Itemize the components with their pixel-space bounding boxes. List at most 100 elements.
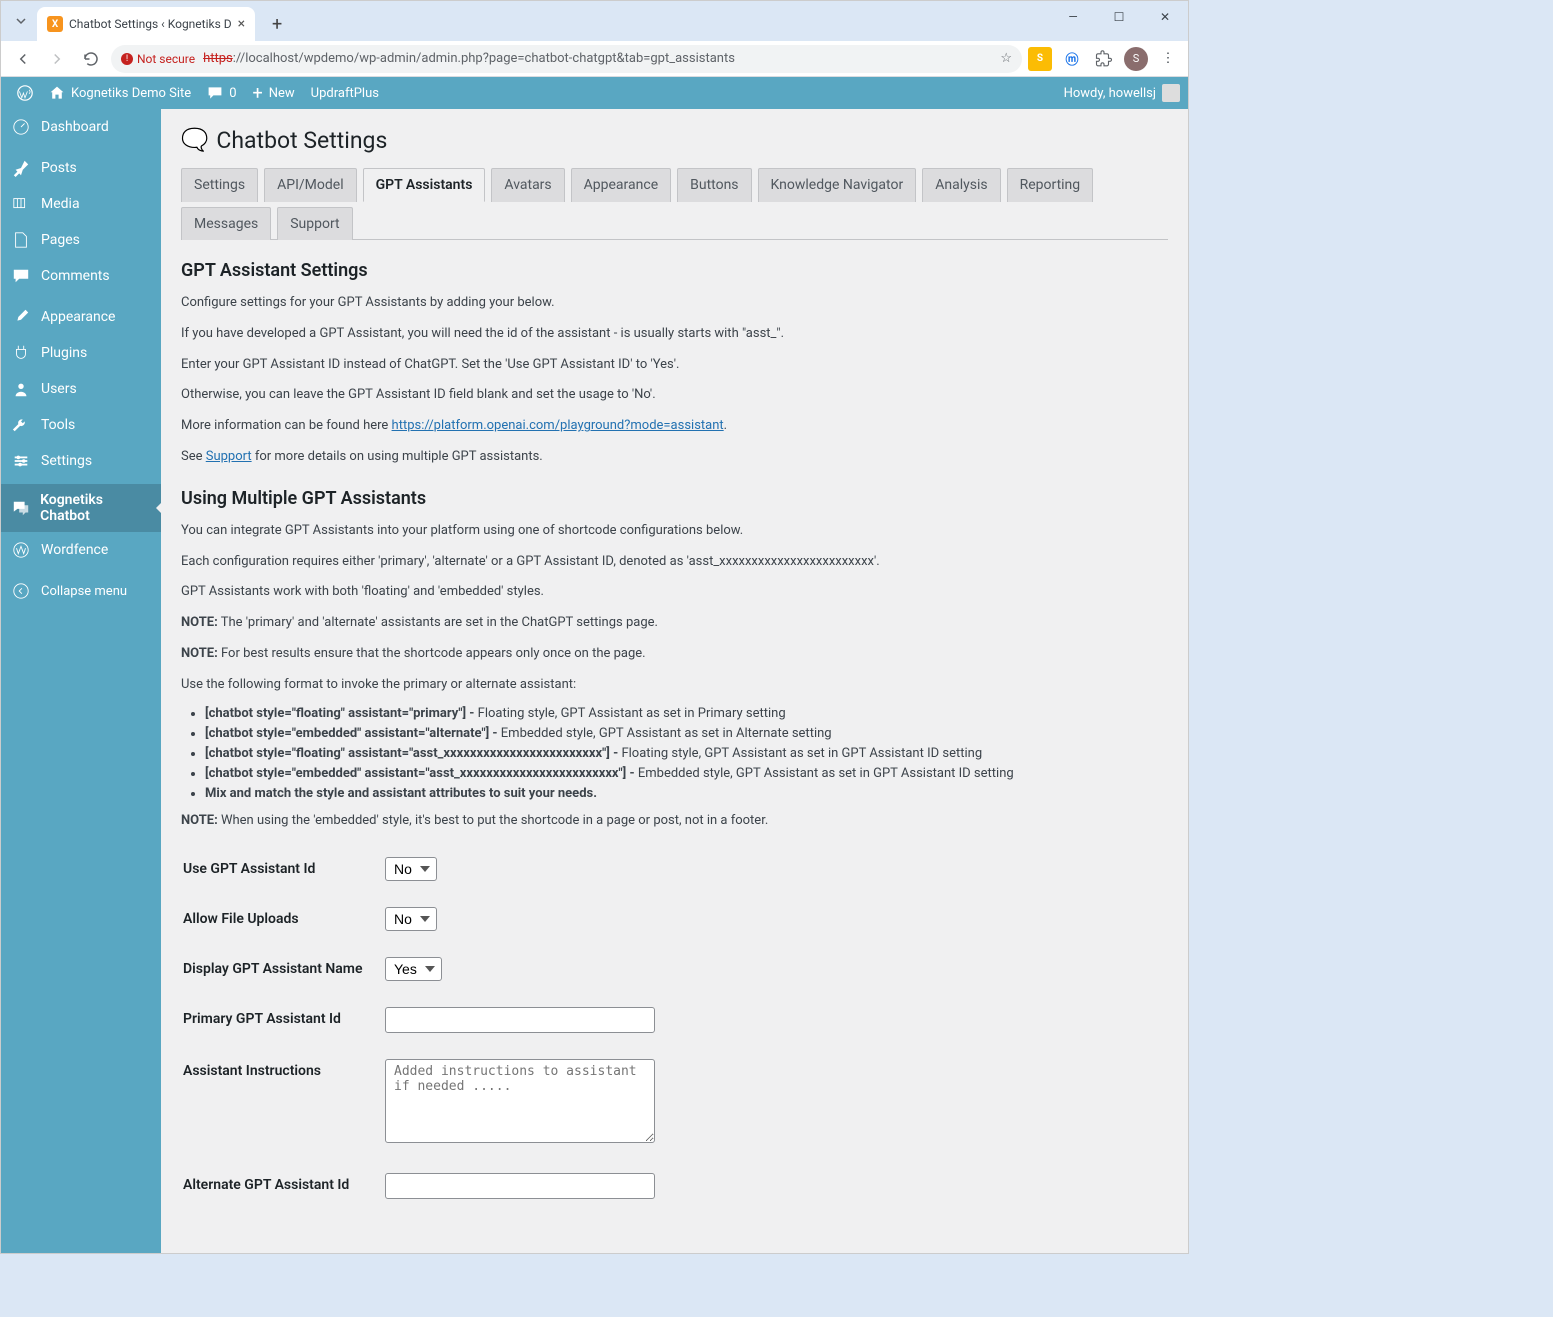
- tab-avatars[interactable]: Avatars: [491, 168, 564, 202]
- menu-wordfence[interactable]: Wordfence: [1, 532, 161, 568]
- assistant-instructions-textarea[interactable]: [385, 1059, 655, 1143]
- content-area: 🗨️ Chatbot Settings Settings API/Model G…: [161, 109, 1188, 1253]
- extensions-puzzle-icon[interactable]: [1092, 47, 1116, 71]
- tab-search-dropdown[interactable]: [9, 9, 33, 33]
- menu-settings[interactable]: Settings: [1, 443, 161, 479]
- window-maximize-button[interactable]: ☐: [1096, 1, 1142, 33]
- window-controls: — ☐ ✕: [1050, 1, 1188, 33]
- window-close-button[interactable]: ✕: [1142, 1, 1188, 33]
- reload-button[interactable]: [77, 45, 105, 73]
- section-heading-multiple: Using Multiple GPT Assistants: [181, 488, 1168, 509]
- url-box[interactable]: ! Not secure https://localhost/wpdemo/wp…: [111, 45, 1022, 73]
- chat-icon: [11, 498, 30, 518]
- format-intro: Use the following format to invoke the p…: [181, 675, 1168, 696]
- more-info-paragraph: More information can be found here https…: [181, 416, 1168, 437]
- updraftplus-link[interactable]: UpdraftPlus: [303, 77, 387, 109]
- browser-window: X Chatbot Settings ‹ Kognetiks D × + — ☐…: [0, 0, 1189, 1254]
- multi-paragraph-2: Each configuration requires either 'prim…: [181, 552, 1168, 573]
- tab-title: Chatbot Settings ‹ Kognetiks D: [69, 17, 232, 31]
- extension-icon-1[interactable]: S: [1028, 47, 1052, 71]
- url-text: https://localhost/wpdemo/wp-admin/admin.…: [203, 51, 735, 66]
- browser-address-bar: ! Not secure https://localhost/wpdemo/wp…: [1, 41, 1188, 77]
- use-assistant-id-label: Use GPT Assistant Id: [183, 845, 383, 893]
- list-item: [chatbot style="embedded" assistant="alt…: [205, 726, 1168, 741]
- menu-comments[interactable]: Comments: [1, 258, 161, 294]
- openai-playground-link[interactable]: https://platform.openai.com/playground?m…: [392, 418, 724, 433]
- menu-posts[interactable]: Posts: [1, 150, 161, 186]
- tab-close-icon[interactable]: ×: [238, 16, 245, 32]
- tab-appearance[interactable]: Appearance: [571, 168, 671, 202]
- wp-body: Dashboard Posts Media Pages Comments App…: [1, 109, 1188, 1253]
- alternate-assistant-id-input[interactable]: [385, 1173, 655, 1199]
- window-minimize-button[interactable]: —: [1050, 1, 1096, 33]
- tab-gpt-assistants[interactable]: GPT Assistants: [363, 168, 486, 202]
- display-name-label: Display GPT Assistant Name: [183, 945, 383, 993]
- collapse-icon: [11, 581, 31, 601]
- comment-icon: [11, 266, 31, 286]
- section-heading-settings: GPT Assistant Settings: [181, 260, 1168, 281]
- intro-paragraph-2: If you have developed a GPT Assistant, y…: [181, 324, 1168, 345]
- support-link[interactable]: Support: [206, 449, 252, 464]
- tab-messages[interactable]: Messages: [181, 207, 271, 240]
- user-icon: [11, 379, 31, 399]
- tab-api-model[interactable]: API/Model: [264, 168, 356, 202]
- back-button[interactable]: [9, 45, 37, 73]
- menu-tools[interactable]: Tools: [1, 407, 161, 443]
- plugin-icon: [11, 343, 31, 363]
- forward-button[interactable]: [43, 45, 71, 73]
- user-avatar-icon: [1162, 84, 1180, 102]
- menu-media[interactable]: Media: [1, 186, 161, 222]
- bookmark-star-icon[interactable]: ☆: [1000, 51, 1012, 66]
- not-secure-label: Not secure: [137, 52, 195, 66]
- new-tab-button[interactable]: +: [263, 10, 291, 38]
- menu-kognetiks-chatbot[interactable]: Kognetiks Chatbot: [1, 484, 161, 532]
- tab-buttons[interactable]: Buttons: [677, 168, 751, 202]
- display-name-select[interactable]: Yes: [385, 957, 442, 981]
- wp-logo-icon[interactable]: [9, 77, 41, 109]
- settings-icon: [11, 451, 31, 471]
- use-assistant-id-select[interactable]: No: [385, 857, 437, 881]
- note-paragraph-1: NOTE: The 'primary' and 'alternate' assi…: [181, 613, 1168, 634]
- browser-menu-icon[interactable]: ⋮: [1156, 47, 1180, 71]
- not-secure-badge[interactable]: ! Not secure: [121, 52, 195, 66]
- menu-dashboard[interactable]: Dashboard: [1, 109, 161, 145]
- list-item: [chatbot style="floating" assistant="ass…: [205, 746, 1168, 761]
- extension-icons: S ⓜ S ⋮: [1028, 47, 1180, 71]
- tab-settings[interactable]: Settings: [181, 168, 258, 202]
- assistant-instructions-label: Assistant Instructions: [183, 1047, 383, 1159]
- menu-pages[interactable]: Pages: [1, 222, 161, 258]
- not-secure-icon: !: [121, 53, 133, 65]
- intro-paragraph-1: Configure settings for your GPT Assistan…: [181, 293, 1168, 314]
- page-title: 🗨️ Chatbot Settings: [181, 127, 1168, 154]
- tab-knowledge-navigator[interactable]: Knowledge Navigator: [758, 168, 917, 202]
- extension-icon-2[interactable]: ⓜ: [1060, 47, 1084, 71]
- comments-link[interactable]: 0: [199, 77, 244, 109]
- site-name-link[interactable]: Kognetiks Demo Site: [41, 77, 199, 109]
- settings-form-table: Use GPT Assistant Id No Allow File Uploa…: [181, 843, 1168, 1213]
- list-item: [chatbot style="embedded" assistant="ass…: [205, 766, 1168, 781]
- admin-bar-account[interactable]: Howdy, howellsj: [1064, 84, 1180, 102]
- menu-users[interactable]: Users: [1, 371, 161, 407]
- shortcode-list: [chatbot style="floating" assistant="pri…: [205, 706, 1168, 801]
- multi-paragraph-1: You can integrate GPT Assistants into yo…: [181, 521, 1168, 542]
- profile-avatar[interactable]: S: [1124, 47, 1148, 71]
- tab-support[interactable]: Support: [277, 207, 352, 240]
- tab-analysis[interactable]: Analysis: [922, 168, 1000, 202]
- intro-paragraph-3: Enter your GPT Assistant ID instead of C…: [181, 355, 1168, 376]
- tab-favicon-icon: X: [47, 16, 63, 32]
- menu-appearance[interactable]: Appearance: [1, 299, 161, 335]
- new-content-link[interactable]: + New: [245, 77, 303, 109]
- menu-plugins[interactable]: Plugins: [1, 335, 161, 371]
- browser-tab[interactable]: X Chatbot Settings ‹ Kognetiks D ×: [37, 7, 255, 41]
- pin-icon: [11, 158, 31, 178]
- allow-file-uploads-select[interactable]: No: [385, 907, 437, 931]
- chatbot-title-icon: 🗨️: [181, 128, 208, 153]
- primary-assistant-id-label: Primary GPT Assistant Id: [183, 995, 383, 1045]
- media-icon: [11, 194, 31, 214]
- tab-reporting[interactable]: Reporting: [1007, 168, 1094, 202]
- primary-assistant-id-input[interactable]: [385, 1007, 655, 1033]
- wrench-icon: [11, 415, 31, 435]
- list-item: Mix and match the style and assistant at…: [205, 786, 1168, 801]
- see-support-paragraph: See Support for more details on using mu…: [181, 447, 1168, 468]
- menu-collapse[interactable]: Collapse menu: [1, 573, 161, 609]
